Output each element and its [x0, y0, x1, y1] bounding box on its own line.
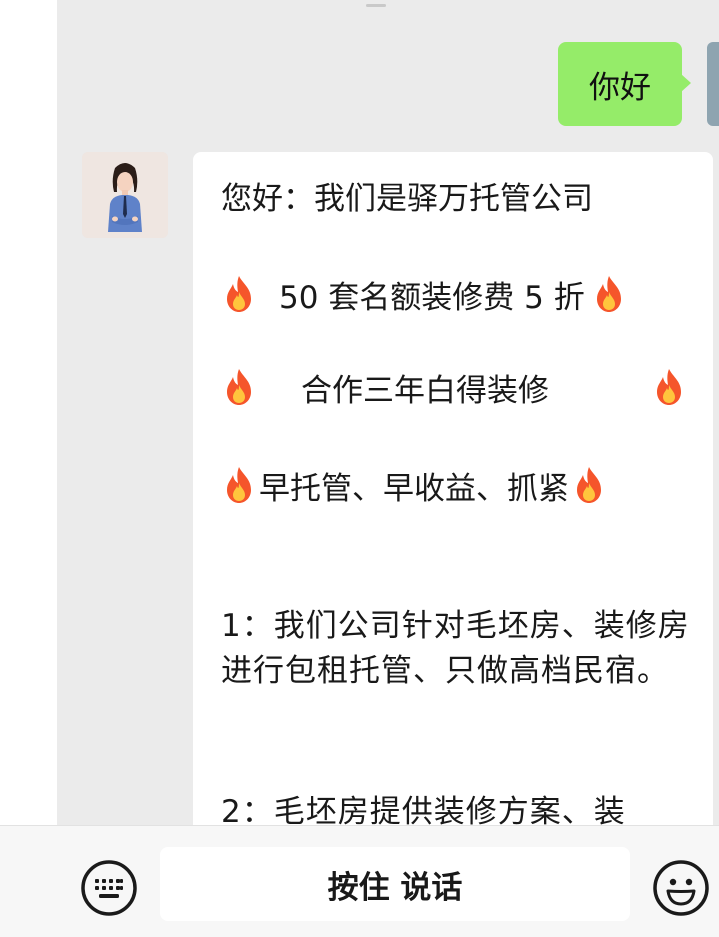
coop-line: 合作三年白得装修	[221, 363, 687, 411]
fire-emoji-icon	[227, 276, 251, 312]
fire-emoji-icon	[657, 369, 681, 405]
coop-text: 合作三年白得装修	[301, 372, 549, 409]
greeting-text: 您好：我们是驿万托管公司	[221, 180, 593, 217]
paragraph-1: 1：我们公司针对毛坯房、装修房进行包租托管、只做高档民宿。	[221, 608, 690, 689]
promo-line: 50 套名额装修费 5 折	[221, 270, 687, 318]
fire-emoji-icon	[227, 467, 251, 503]
fire-emoji-icon	[596, 276, 621, 312]
chat-screen: 你好 您好：我们是驿万托管公司 50 套名额装修费 5 折 合作三年白得装修 早…	[0, 0, 719, 937]
pull-indicator	[366, 4, 386, 7]
hold-to-talk-button[interactable]: 按住 说话	[160, 847, 630, 921]
promo-text: 50 套名额装修费 5 折	[279, 279, 585, 316]
left-panel-edge	[0, 0, 57, 825]
outgoing-message-text: 你好	[589, 69, 651, 106]
emoji-smile-icon[interactable]	[651, 858, 711, 918]
greeting-line: 您好：我们是驿万托管公司	[221, 171, 687, 219]
fire-emoji-icon	[227, 369, 251, 405]
self-avatar[interactable]	[707, 42, 719, 126]
keyboard-icon[interactable]	[79, 858, 139, 918]
contact-avatar-image	[82, 152, 168, 238]
incoming-message-bubble[interactable]: 您好：我们是驿万托管公司 50 套名额装修费 5 折 合作三年白得装修 早托管、…	[193, 152, 713, 852]
urge-text: 早托管、早收益、抓紧	[259, 470, 569, 507]
fire-emoji-icon	[577, 467, 601, 503]
urge-line: 早托管、早收益、抓紧	[221, 461, 687, 509]
outgoing-message-bubble[interactable]: 你好	[558, 42, 691, 126]
contact-avatar[interactable]	[82, 152, 168, 238]
hold-to-talk-label: 按住 说话	[327, 869, 463, 906]
